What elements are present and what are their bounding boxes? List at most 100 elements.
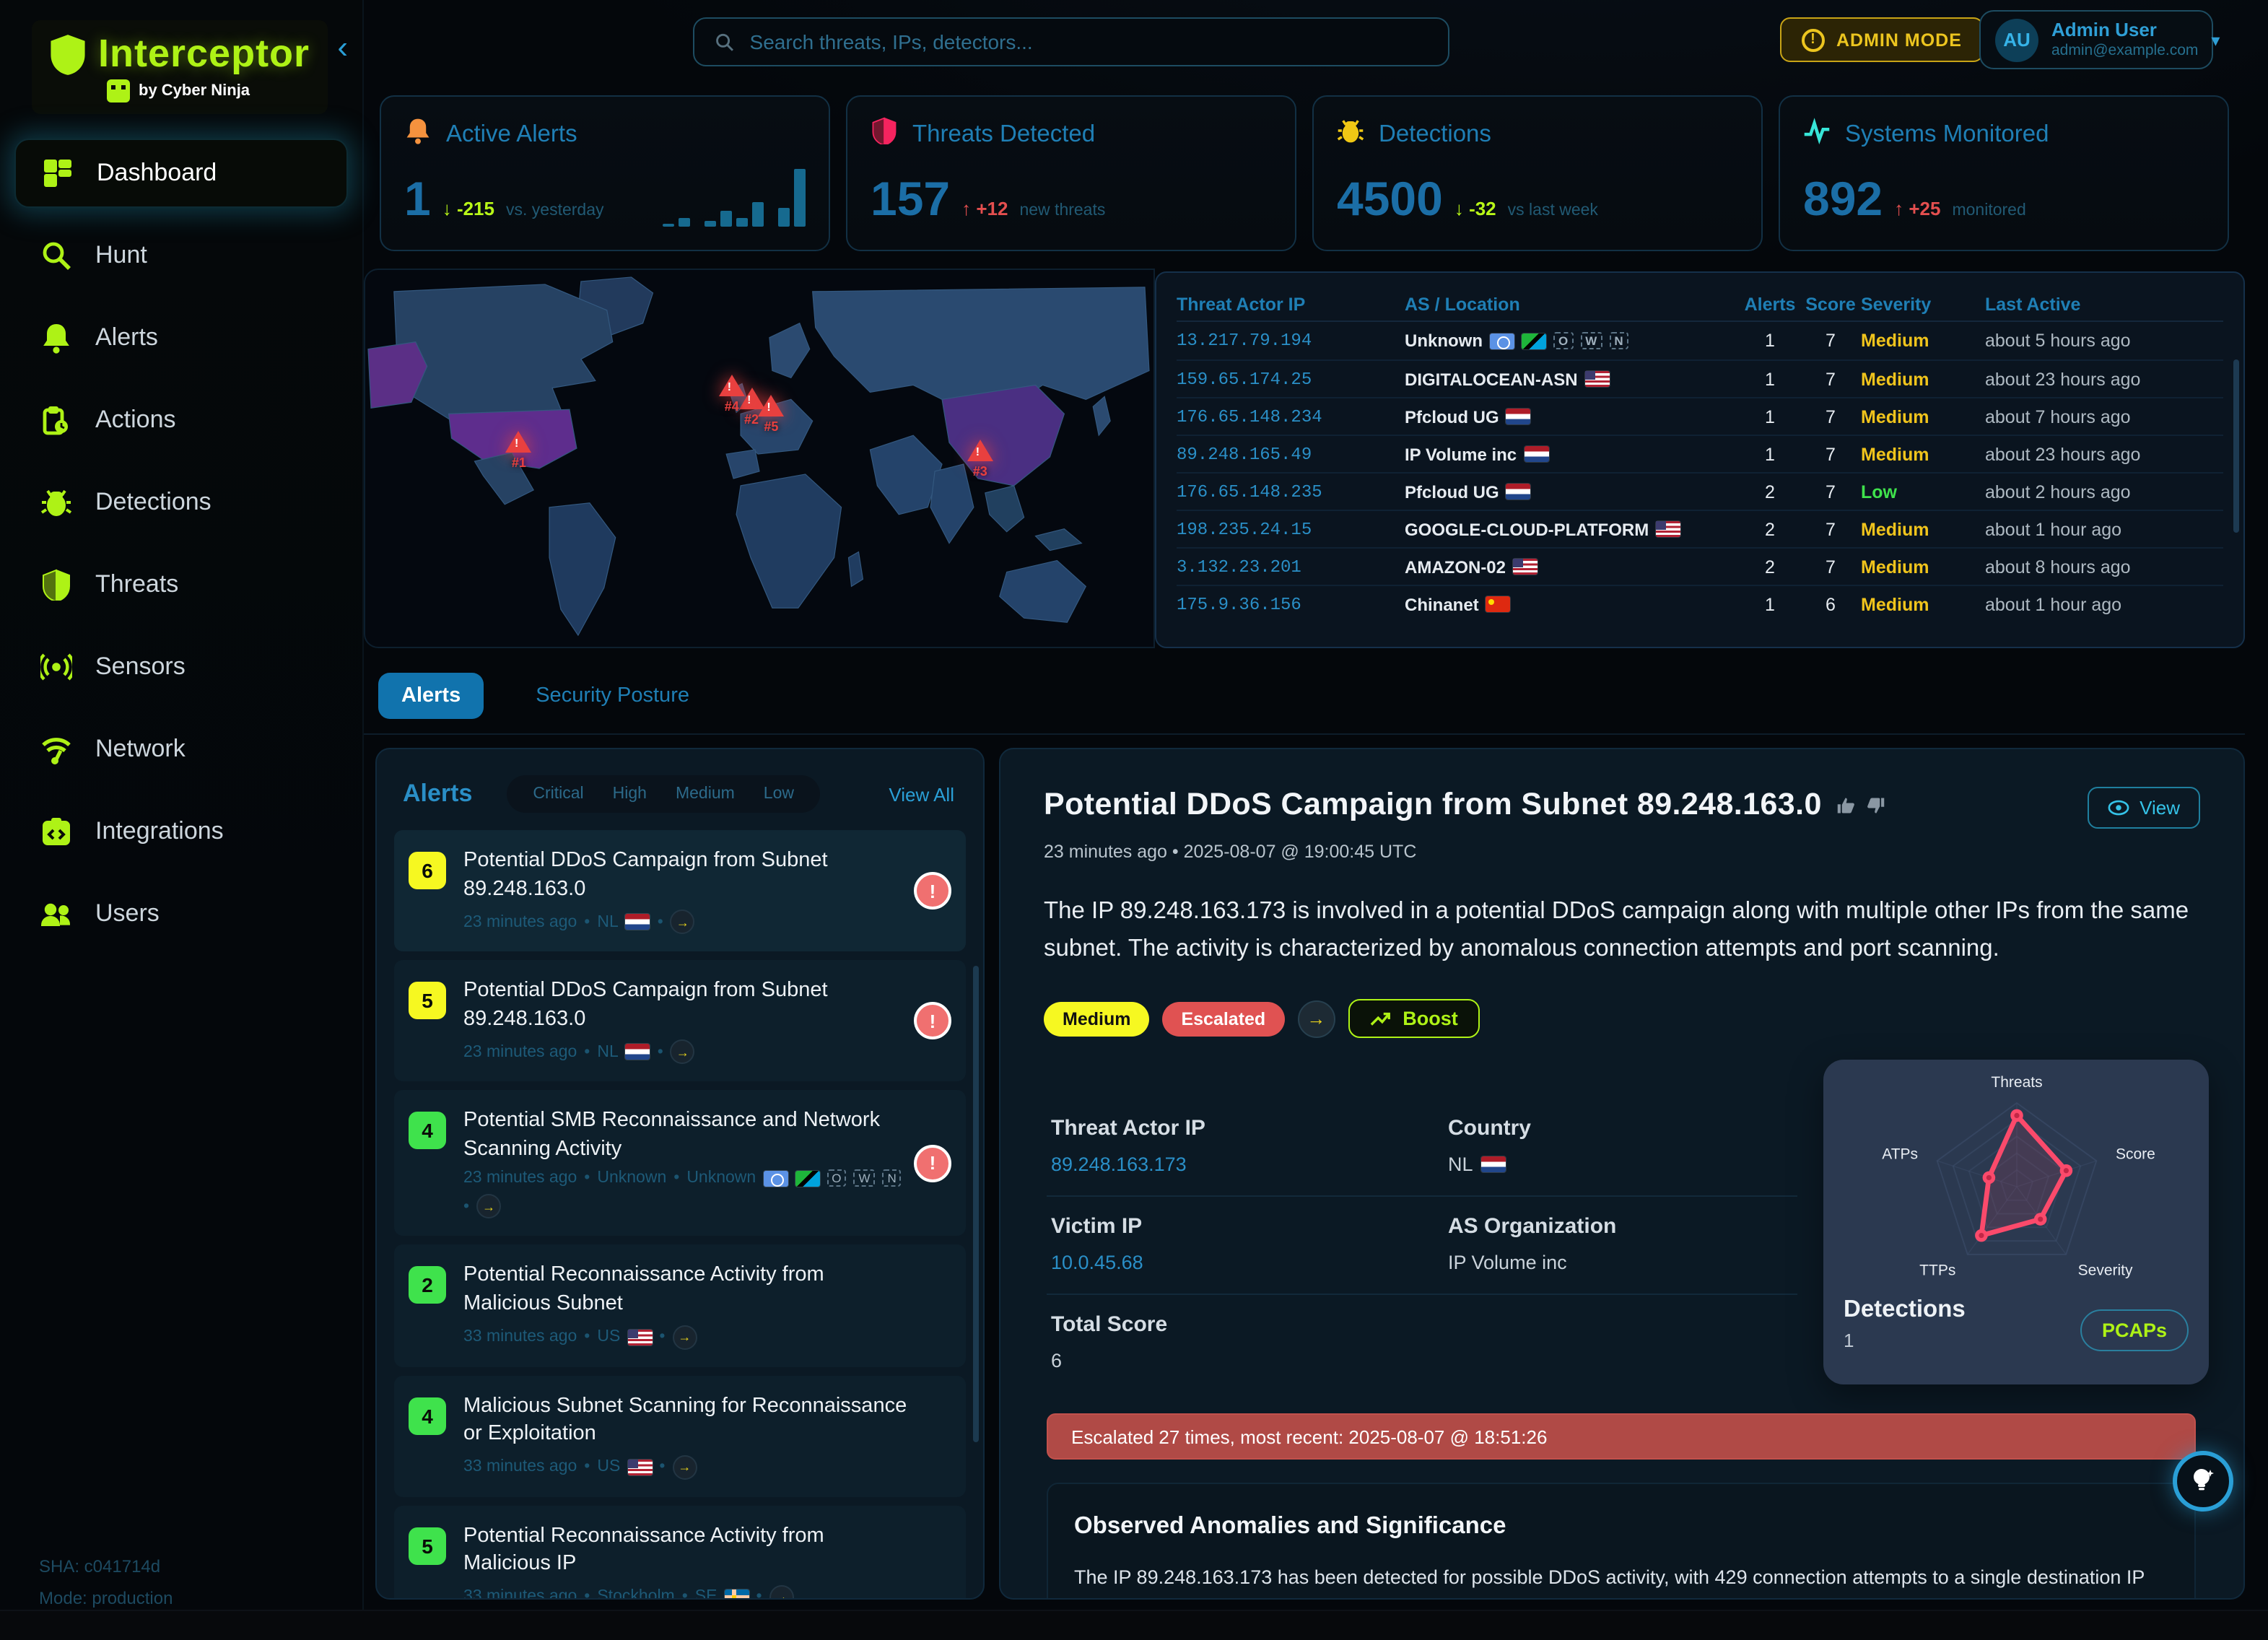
sidebar-item-label: Detections (95, 488, 211, 517)
sidebar: Interceptor by Cyber Ninja ‹ DashboardHu… (0, 0, 364, 1640)
meta-text: 33 minutes ago (463, 1328, 577, 1345)
threat-ip-link[interactable]: 176.65.148.235 (1177, 481, 1405, 502)
build-info: SHA: c041714d Mode: production (39, 1550, 173, 1614)
thumbs-up-icon[interactable] (1836, 795, 1857, 816)
escalated-arrow-icon[interactable]: → (672, 1454, 697, 1479)
threat-ip-link[interactable]: 13.217.79.194 (1177, 331, 1405, 351)
stat-card-header: Active Alerts (404, 117, 806, 152)
escalated-arrow-icon[interactable]: → (672, 1325, 697, 1349)
escalate-arrow-button[interactable]: → (1297, 1000, 1335, 1037)
meta-text: US (597, 1328, 620, 1345)
alert-list-item[interactable]: 4Potential SMB Reconnaissance and Networ… (394, 1091, 966, 1236)
sidebar-item-alerts[interactable]: Alerts (14, 303, 348, 372)
as-name: Unknown (1405, 331, 1483, 351)
pcaps-button[interactable]: PCAPs (2080, 1309, 2189, 1351)
alert-list-item[interactable]: 2Potential Reconnaissance Activity from … (394, 1245, 966, 1366)
sidebar-collapse-chevron-icon[interactable]: ‹ (337, 32, 348, 64)
sidebar-item-actions[interactable]: Actions (14, 385, 348, 455)
sidebar-item-network[interactable]: Network (14, 715, 348, 784)
table-row[interactable]: 176.65.148.235Pfcloud UG27Lowabout 2 hou… (1177, 472, 2223, 510)
alert-list-item[interactable]: 5Potential Reconnaissance Activity from … (394, 1505, 966, 1600)
stat-delta-note: monitored (1952, 202, 2025, 219)
view-button[interactable]: View (2088, 787, 2200, 829)
detail-timestamp: 23 minutes ago • 2025-08-07 @ 19:00:45 U… (1044, 842, 2200, 862)
alert-list-item[interactable]: 5Potential DDoS Campaign from Subnet 89.… (394, 960, 966, 1081)
stat-delta-note: vs last week (1508, 202, 1598, 219)
observed-anomalies-card: Observed Anomalies and Significance The … (1047, 1483, 2196, 1600)
map-marker-1[interactable]: #1 (506, 432, 532, 471)
field-value[interactable]: 10.0.45.68 (1051, 1252, 1444, 1273)
column-header: Last Active (1971, 294, 2223, 314)
alert-list-item[interactable]: 4Malicious Subnet Scanning for Reconnais… (394, 1375, 966, 1496)
field-label: Total Score (1051, 1312, 1444, 1337)
map-marker-4[interactable]: #4 (719, 375, 745, 414)
field-value[interactable]: 89.248.163.173 (1051, 1153, 1444, 1175)
table-row[interactable]: 198.235.24.15GOOGLE-CLOUD-PLATFORM27Medi… (1177, 510, 2223, 547)
table-row[interactable]: 159.65.174.25DIGITALOCEAN-ASN17Mediumabo… (1177, 359, 2223, 397)
meta-text: US (597, 1458, 620, 1475)
sidebar-item-hunt[interactable]: Hunt (14, 221, 348, 290)
table-row[interactable]: 89.248.165.49IP Volume inc17Mediumabout … (1177, 435, 2223, 472)
stat-value-row: 892↑ +25monitored (1803, 172, 2026, 227)
table-row[interactable]: 3.132.23.201AMAZON-0227Mediumabout 8 hou… (1177, 547, 2223, 585)
last-active-cell: about 23 hours ago (1971, 369, 2223, 389)
escalated-arrow-icon[interactable]: → (671, 1040, 695, 1065)
alerts-count-cell: 2 (1740, 481, 1800, 502)
escalated-arrow-icon[interactable]: → (476, 1195, 501, 1219)
sidebar-item-users[interactable]: Users (14, 879, 348, 948)
search-bar[interactable] (693, 17, 1449, 66)
boost-button[interactable]: Boost (1348, 999, 1480, 1038)
sidebar-item-dashboard[interactable]: Dashboard (14, 139, 348, 208)
threat-ip-link[interactable]: 159.65.174.25 (1177, 369, 1405, 389)
meta-dot: • (659, 1458, 665, 1475)
table-row[interactable]: 13.217.79.194UnknownOWN17Mediumabout 5 h… (1177, 322, 2223, 359)
sidebar-item-label: Hunt (95, 241, 147, 270)
map-marker-3[interactable]: #3 (967, 439, 993, 478)
threat-ip-link[interactable]: 176.65.148.234 (1177, 406, 1405, 427)
view-all-link[interactable]: View All (889, 783, 960, 805)
table-scrollbar[interactable] (2233, 359, 2239, 533)
alert-item-meta: 33 minutes ago•US•→ (463, 1454, 914, 1479)
alert-item-body: Potential Reconnaissance Activity from M… (463, 1262, 951, 1349)
shield-logo-icon (49, 32, 87, 76)
tab-alerts[interactable]: Alerts (378, 673, 484, 719)
tab-security-posture[interactable]: Security Posture (513, 673, 712, 719)
map-marker-5[interactable]: #5 (758, 396, 784, 435)
alert-score-badge: 5 (409, 982, 446, 1019)
sidebar-item-detections[interactable]: Detections (14, 468, 348, 537)
sidebar-item-sensors[interactable]: Sensors (14, 632, 348, 702)
meta-text: 23 minutes ago (463, 1170, 577, 1187)
threat-ip-link[interactable]: 89.248.165.49 (1177, 444, 1405, 464)
threat-ip-link[interactable]: 175.9.36.156 (1177, 594, 1405, 614)
alert-item-title: Malicious Subnet Scanning for Reconnaiss… (463, 1392, 914, 1449)
alert-item-meta: 33 minutes ago•Stockholm•SE•→ (463, 1585, 914, 1600)
assistant-lightbulb-button[interactable] (2173, 1451, 2233, 1512)
alerts-scrollbar[interactable] (973, 966, 979, 1442)
filter-critical[interactable]: Critical (521, 782, 595, 806)
threat-ip-link[interactable]: 198.235.24.15 (1177, 519, 1405, 539)
filter-medium[interactable]: Medium (664, 782, 746, 806)
column-header: Threat Actor IP (1177, 294, 1405, 314)
sidebar-item-threats[interactable]: Threats (14, 550, 348, 619)
table-row[interactable]: 176.65.148.234Pfcloud UG17Mediumabout 7 … (1177, 397, 2223, 435)
filter-high[interactable]: High (601, 782, 658, 806)
flag-tz-icon (795, 1171, 819, 1187)
alert-list-item[interactable]: 6Potential DDoS Campaign from Subnet 89.… (394, 830, 966, 951)
threat-ip-link[interactable]: 3.132.23.201 (1177, 557, 1405, 577)
thumbs-down-icon[interactable] (1865, 795, 1885, 816)
score-cell: 7 (1800, 557, 1861, 577)
table-header-row: Threat Actor IPAS / LocationAlertsScoreS… (1177, 287, 2223, 322)
sidebar-item-integrations[interactable]: Integrations (14, 797, 348, 866)
user-menu[interactable]: AU Admin User admin@example.com ▾ (1979, 10, 2213, 69)
dashboard-icon (42, 157, 74, 189)
as-location-cell: Pfcloud UG (1405, 481, 1740, 502)
filter-low[interactable]: Low (752, 782, 806, 806)
marker-label: #1 (512, 456, 526, 471)
admin-mode-badge[interactable]: ! ADMIN MODE (1780, 17, 1984, 62)
escalated-arrow-icon[interactable]: → (671, 910, 695, 934)
trending-up-icon (1369, 1010, 1391, 1027)
search-input[interactable] (750, 30, 1428, 53)
table-row[interactable]: 175.9.36.156Chinanet16Mediumabout 1 hour… (1177, 585, 2223, 622)
escalated-arrow-icon[interactable]: → (769, 1585, 794, 1600)
meta-text: NL (597, 913, 618, 930)
